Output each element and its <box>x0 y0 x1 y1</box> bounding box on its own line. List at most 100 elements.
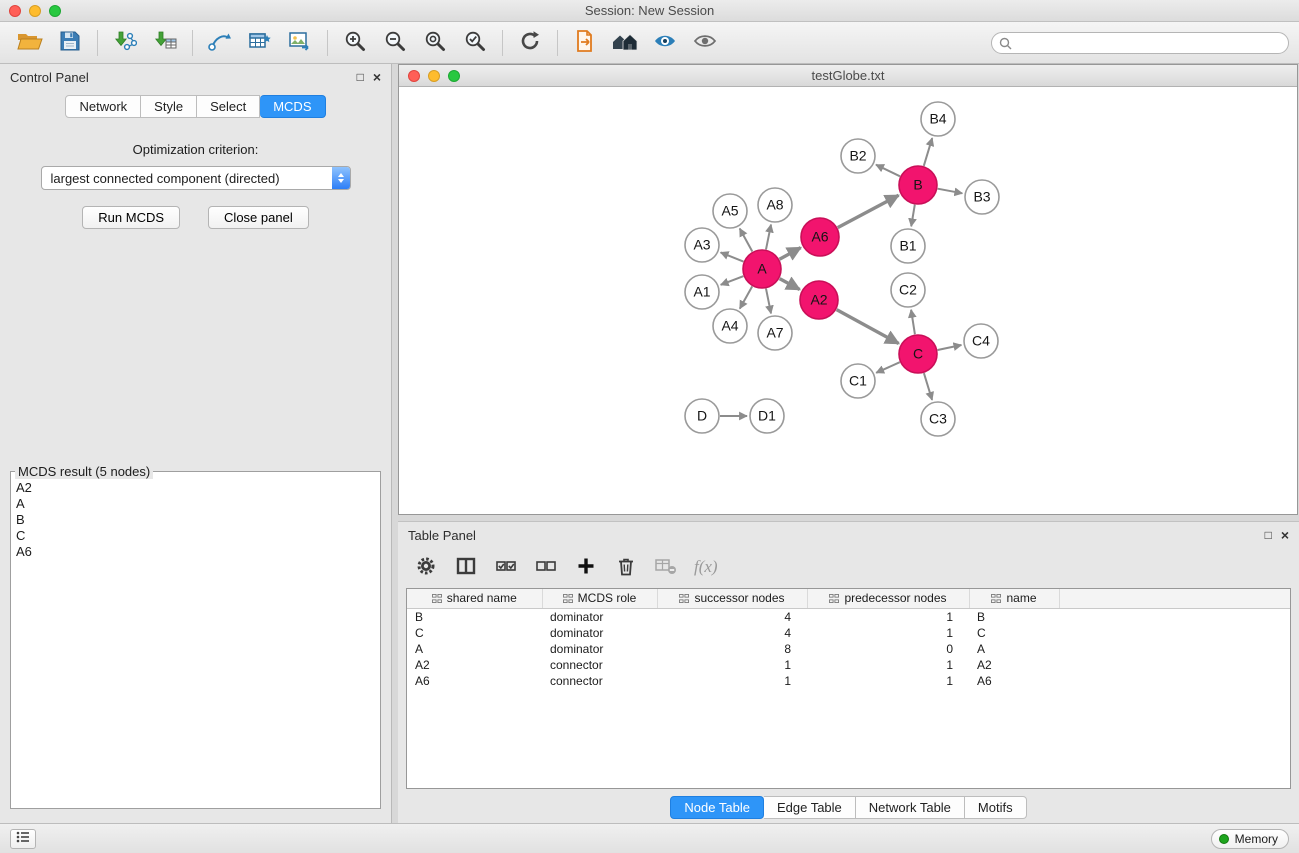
run-mcds-button[interactable]: Run MCDS <box>82 206 180 229</box>
edge-C-C1[interactable] <box>876 362 900 373</box>
node-B1[interactable]: B1 <box>891 229 925 263</box>
table-cell[interactable]: 1 <box>807 625 969 641</box>
refresh-button[interactable] <box>510 26 550 60</box>
table-cell[interactable]: 1 <box>807 673 969 689</box>
node-A1[interactable]: A1 <box>685 275 719 309</box>
edge-B-B1[interactable] <box>911 205 915 227</box>
node-A5[interactable]: A5 <box>713 194 747 228</box>
node-A8[interactable]: A8 <box>758 188 792 222</box>
node-B[interactable]: B <box>899 166 937 204</box>
column-header-MCDS-role[interactable]: MCDS role <box>542 589 657 609</box>
table-tab-node-table[interactable]: Node Table <box>670 796 764 819</box>
result-item[interactable]: A <box>11 496 380 512</box>
table-row[interactable]: A2connector11A2 <box>407 657 1290 673</box>
table-cell[interactable]: A <box>407 641 542 657</box>
table-row[interactable]: Adominator80A <box>407 641 1290 657</box>
edge-C-C2[interactable] <box>911 310 915 334</box>
edge-B-B3[interactable] <box>938 189 963 194</box>
node-A6[interactable]: A6 <box>801 218 839 256</box>
edge-A-A2[interactable] <box>780 279 800 290</box>
table-cell[interactable]: B <box>407 609 542 626</box>
table-cell[interactable]: 0 <box>807 641 969 657</box>
result-item[interactable]: B <box>11 512 380 528</box>
minimize-window-button[interactable] <box>29 5 41 17</box>
import-table-button[interactable] <box>145 26 185 60</box>
zoom-selected-button[interactable] <box>455 26 495 60</box>
table-cell[interactable]: 8 <box>657 641 807 657</box>
network-canvas[interactable]: B4B2BB3A5A8A6B1A3AC2A1A2A4A7CC4C1C3DD1 <box>399 87 1297 514</box>
close-panel-icon[interactable]: × <box>373 71 381 83</box>
gear-button[interactable] <box>414 555 438 579</box>
node-B2[interactable]: B2 <box>841 139 875 173</box>
criterion-dropdown[interactable]: largest connected component (directed) <box>41 166 351 190</box>
zoom-out-button[interactable] <box>375 26 415 60</box>
apply-style-button[interactable] <box>645 26 685 60</box>
result-item[interactable]: C <box>11 528 380 544</box>
edge-B-B4[interactable] <box>924 138 932 166</box>
table-cell[interactable]: 1 <box>657 657 807 673</box>
close-table-panel-icon[interactable]: × <box>1281 529 1289 541</box>
edge-C-C3[interactable] <box>924 373 932 400</box>
node-C4[interactable]: C4 <box>964 324 998 358</box>
tab-select[interactable]: Select <box>197 95 260 118</box>
table-cell[interactable]: 1 <box>807 657 969 673</box>
table-cell[interactable]: A2 <box>407 657 542 673</box>
table-row[interactable]: Bdominator41B <box>407 609 1290 626</box>
columns-button[interactable] <box>454 555 478 579</box>
tab-style[interactable]: Style <box>141 95 197 118</box>
select-all-button[interactable] <box>494 555 518 579</box>
table-row[interactable]: Cdominator41C <box>407 625 1290 641</box>
node-A4[interactable]: A4 <box>713 309 747 343</box>
save-session-button[interactable] <box>50 26 90 60</box>
node-A7[interactable]: A7 <box>758 316 792 350</box>
search-input[interactable] <box>991 32 1289 54</box>
table-cell[interactable]: 1 <box>657 673 807 689</box>
table-cell[interactable]: A2 <box>969 657 1059 673</box>
edge-A2-C[interactable] <box>837 310 899 344</box>
new-table-button[interactable] <box>240 26 280 60</box>
import-network-button[interactable] <box>105 26 145 60</box>
node-A3[interactable]: A3 <box>685 228 719 262</box>
table-cell[interactable]: A6 <box>969 673 1059 689</box>
column-header-predecessor-nodes[interactable]: predecessor nodes <box>807 589 969 609</box>
table-cell[interactable]: A6 <box>407 673 542 689</box>
table-cell[interactable]: 1 <box>807 609 969 626</box>
deselect-all-button[interactable] <box>534 555 558 579</box>
close-panel-button[interactable]: Close panel <box>208 206 309 229</box>
table-cell[interactable]: C <box>407 625 542 641</box>
edge-C-C4[interactable] <box>938 345 962 350</box>
node-C1[interactable]: C1 <box>841 364 875 398</box>
node-C2[interactable]: C2 <box>891 273 925 307</box>
column-header-name[interactable]: name <box>969 589 1059 609</box>
table-cell[interactable]: C <box>969 625 1059 641</box>
close-network-window-button[interactable] <box>408 70 420 82</box>
table-row[interactable]: A6connector11A6 <box>407 673 1290 689</box>
edge-A6-B[interactable] <box>838 195 899 227</box>
node-B4[interactable]: B4 <box>921 102 955 136</box>
edge-A-A6[interactable] <box>780 248 801 260</box>
zoom-fit-button[interactable] <box>415 26 455 60</box>
result-item[interactable]: A2 <box>11 480 380 496</box>
table-tab-network-table[interactable]: Network Table <box>856 796 965 819</box>
minimize-network-window-button[interactable] <box>428 70 440 82</box>
node-D1[interactable]: D1 <box>750 399 784 433</box>
table-cell[interactable]: dominator <box>542 641 657 657</box>
table-cell[interactable]: 4 <box>657 625 807 641</box>
table-cell[interactable]: 4 <box>657 609 807 626</box>
delete-column-button[interactable] <box>654 555 678 579</box>
float-panel-icon[interactable]: □ <box>357 71 364 83</box>
task-history-button[interactable] <box>10 829 36 849</box>
export-network-button[interactable] <box>565 26 605 60</box>
home-button[interactable] <box>605 26 645 60</box>
new-network-button[interactable] <box>200 26 240 60</box>
edge-A-A7[interactable] <box>766 289 771 314</box>
delete-button[interactable] <box>614 555 638 579</box>
memory-button[interactable]: Memory <box>1211 829 1289 849</box>
table-tab-edge-table[interactable]: Edge Table <box>764 796 856 819</box>
node-A2[interactable]: A2 <box>800 281 838 319</box>
node-C3[interactable]: C3 <box>921 402 955 436</box>
table-tab-motifs[interactable]: Motifs <box>965 796 1027 819</box>
node-C[interactable]: C <box>899 335 937 373</box>
edge-A-A4[interactable] <box>740 286 752 308</box>
column-header-successor-nodes[interactable]: successor nodes <box>657 589 807 609</box>
